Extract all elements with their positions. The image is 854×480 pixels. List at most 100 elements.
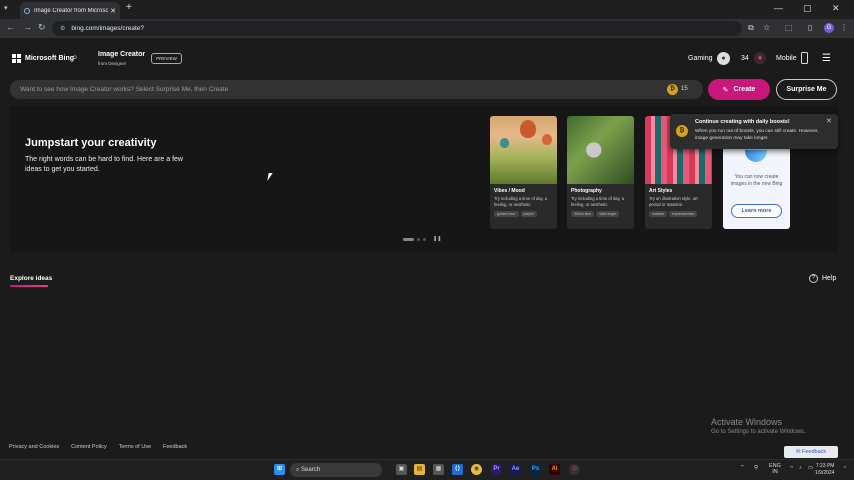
feedback-label: Feedback	[801, 449, 827, 455]
mobile-link[interactable]: Mobile	[776, 55, 797, 62]
windows-start-icon[interactable]: ⊞	[274, 464, 285, 475]
card-title: Photography	[571, 188, 602, 194]
extensions-icon[interactable]: ⬚	[785, 23, 793, 32]
taskbar-search[interactable]: ⌕ Search	[290, 463, 382, 477]
browser-menu-icon[interactable]: ⋮	[840, 23, 848, 32]
feedback-button[interactable]: ✉ Feedback	[784, 446, 838, 458]
install-icon[interactable]: ⧉	[748, 23, 754, 33]
explore-tab-underline	[10, 285, 48, 287]
wifi-icon[interactable]: ⌔	[789, 465, 794, 472]
surprise-me-button[interactable]: Surprise Me	[776, 79, 837, 100]
card-description: Try including a time of day, a feeling, …	[494, 196, 548, 207]
help-label: Help	[822, 275, 837, 282]
gaming-link[interactable]: Gaming	[688, 55, 713, 62]
maximize-icon[interactable]: ▢	[803, 3, 812, 14]
learn-more-button[interactable]: Learn more	[731, 204, 782, 218]
footer-link-terms[interactable]: Terms of Use	[119, 444, 151, 450]
mobile-phone-icon[interactable]	[801, 52, 808, 64]
notifications-icon[interactable]: ◔	[843, 465, 846, 471]
clock-time: 7:23 PM	[815, 463, 835, 469]
help-icon: ?	[809, 274, 818, 283]
after-effects-icon[interactable]: Ae	[510, 464, 521, 475]
bookmark-star-icon[interactable]: ☆	[763, 23, 770, 32]
region-code: IN	[772, 469, 778, 475]
taskbar-search-icon: ⌕	[296, 466, 300, 473]
search-icon[interactable]: ⌕	[72, 52, 78, 63]
toast-close-icon[interactable]: ✕	[826, 117, 832, 125]
store-icon[interactable]: ▦	[433, 464, 444, 475]
prompt-input[interactable]	[20, 86, 620, 93]
tab-favicon	[24, 7, 30, 14]
pause-icon[interactable]: ❚❚	[433, 236, 441, 242]
task-view-icon[interactable]: ▣	[396, 464, 407, 475]
system-clock[interactable]: 7:23 PM 1/9/2024	[815, 463, 834, 477]
rewards-points[interactable]: 34	[741, 55, 749, 62]
toast-body: When you run out of boosts, you can stil…	[695, 129, 819, 141]
language-indicator[interactable]: ENG IN	[769, 463, 781, 475]
card-chip[interactable]: golden hour	[494, 211, 519, 217]
boost-coin-icon[interactable]: ₿	[667, 84, 678, 95]
microsoft-logo-icon	[12, 54, 21, 63]
recorder-icon[interactable]: ◎	[569, 464, 580, 475]
chrome-icon[interactable]: ◉	[471, 464, 482, 475]
preview-badge: PREVIEW	[151, 53, 182, 64]
premiere-pro-icon[interactable]: Pr	[491, 464, 502, 475]
tab-close-icon[interactable]: ✕	[110, 7, 116, 15]
pager-active-dot[interactable]	[403, 237, 414, 241]
create-button[interactable]: ✎ Create	[708, 79, 770, 100]
illustrator-icon[interactable]: Ai	[549, 464, 560, 475]
bing-header: Microsoft Bing ⌕ Image Creator from Desi…	[0, 38, 854, 78]
photoshop-icon[interactable]: Ps	[530, 464, 541, 475]
rewards-trophy-icon[interactable]: ♦	[754, 52, 766, 64]
clock-date: 1/9/2024	[815, 470, 835, 476]
footer-link-feedback[interactable]: Feedback	[163, 444, 187, 450]
footer-link-content-policy[interactable]: Content Policy	[71, 444, 106, 450]
user-avatar-icon[interactable]: ●	[717, 52, 730, 65]
toast-title: Continue creating with daily boosts!	[695, 119, 790, 125]
footer-link-privacy[interactable]: Privacy and Cookies	[9, 444, 59, 450]
product-title[interactable]: Image Creator	[98, 51, 145, 58]
battery-icon[interactable]: ▭	[808, 465, 813, 471]
card-chip[interactable]: matisse	[649, 211, 668, 217]
hamburger-menu-icon[interactable]: ☰	[822, 53, 831, 64]
mouse-cursor	[267, 173, 276, 181]
forward-icon[interactable]: →	[23, 22, 32, 32]
vibes-image	[490, 116, 557, 184]
card-chip[interactable]: 35mm lens	[571, 211, 595, 217]
back-icon[interactable]: ←	[6, 22, 15, 32]
explore-ideas-tab[interactable]: Explore ideas	[10, 275, 52, 282]
idea-card-photography[interactable]: Photography Try including a time of day,…	[567, 116, 634, 229]
microsoft-bing-logo[interactable]: Microsoft Bing	[12, 54, 74, 63]
pager-dot[interactable]	[417, 237, 420, 241]
file-explorer-icon[interactable]: ▤	[414, 464, 425, 475]
new-tab-icon[interactable]: +	[126, 2, 132, 13]
browser-tab[interactable]: Image Creator from Microsoft Designer ✕	[20, 2, 120, 19]
tray-app-icon[interactable]: ⚲	[754, 465, 758, 471]
card-chip[interactable]: impressionism	[669, 211, 698, 217]
profile-avatar[interactable]: G	[824, 23, 834, 33]
boost-coin-icon: ₿	[676, 125, 688, 137]
site-info-icon[interactable]: ⚙	[60, 25, 65, 32]
card-chip[interactable]: playful	[520, 211, 537, 217]
address-bar[interactable]: ⚙ bing.com/images/create?	[52, 21, 742, 36]
new-bing-promo-card: You can now create images in the new Bin…	[723, 146, 790, 229]
boost-count: 15	[681, 86, 688, 92]
minimize-icon[interactable]: —	[774, 3, 783, 13]
vscode-icon[interactable]: ⟨⟩	[452, 464, 463, 475]
reload-icon[interactable]: ↻	[38, 22, 46, 33]
card-description: Try including a time of day, a feeling, …	[571, 196, 625, 207]
help-link[interactable]: ? Help	[809, 274, 836, 283]
volume-icon[interactable]: ♪	[799, 465, 802, 471]
pager-dot[interactable]	[423, 237, 426, 241]
close-window-icon[interactable]: ✕	[832, 3, 840, 14]
daily-boosts-toast: ₿ Continue creating with daily boosts! W…	[670, 114, 838, 149]
card-chip[interactable]: wide angle	[596, 211, 619, 217]
tab-search-icon[interactable]: ▾	[4, 4, 8, 12]
idea-card-vibes[interactable]: Vibes / Mood Try including a time of day…	[490, 116, 557, 229]
address-toolbar: ← → ↻ ⚙ bing.com/images/create? ⧉ ☆ ⬚ ▯	[0, 19, 854, 38]
windows-taskbar: ⊞ ⌕ Search ▣ ▤ ▦ ⟨⟩ ◉ Pr Ae Ps Ai ◎ ⌃ ⚲ …	[0, 459, 854, 480]
hero-title: Jumpstart your creativity	[25, 137, 157, 149]
tray-chevron-icon[interactable]: ⌃	[740, 465, 745, 471]
watermark-title: Activate Windows	[711, 417, 783, 427]
sidebar-icon[interactable]: ▯	[808, 23, 812, 32]
